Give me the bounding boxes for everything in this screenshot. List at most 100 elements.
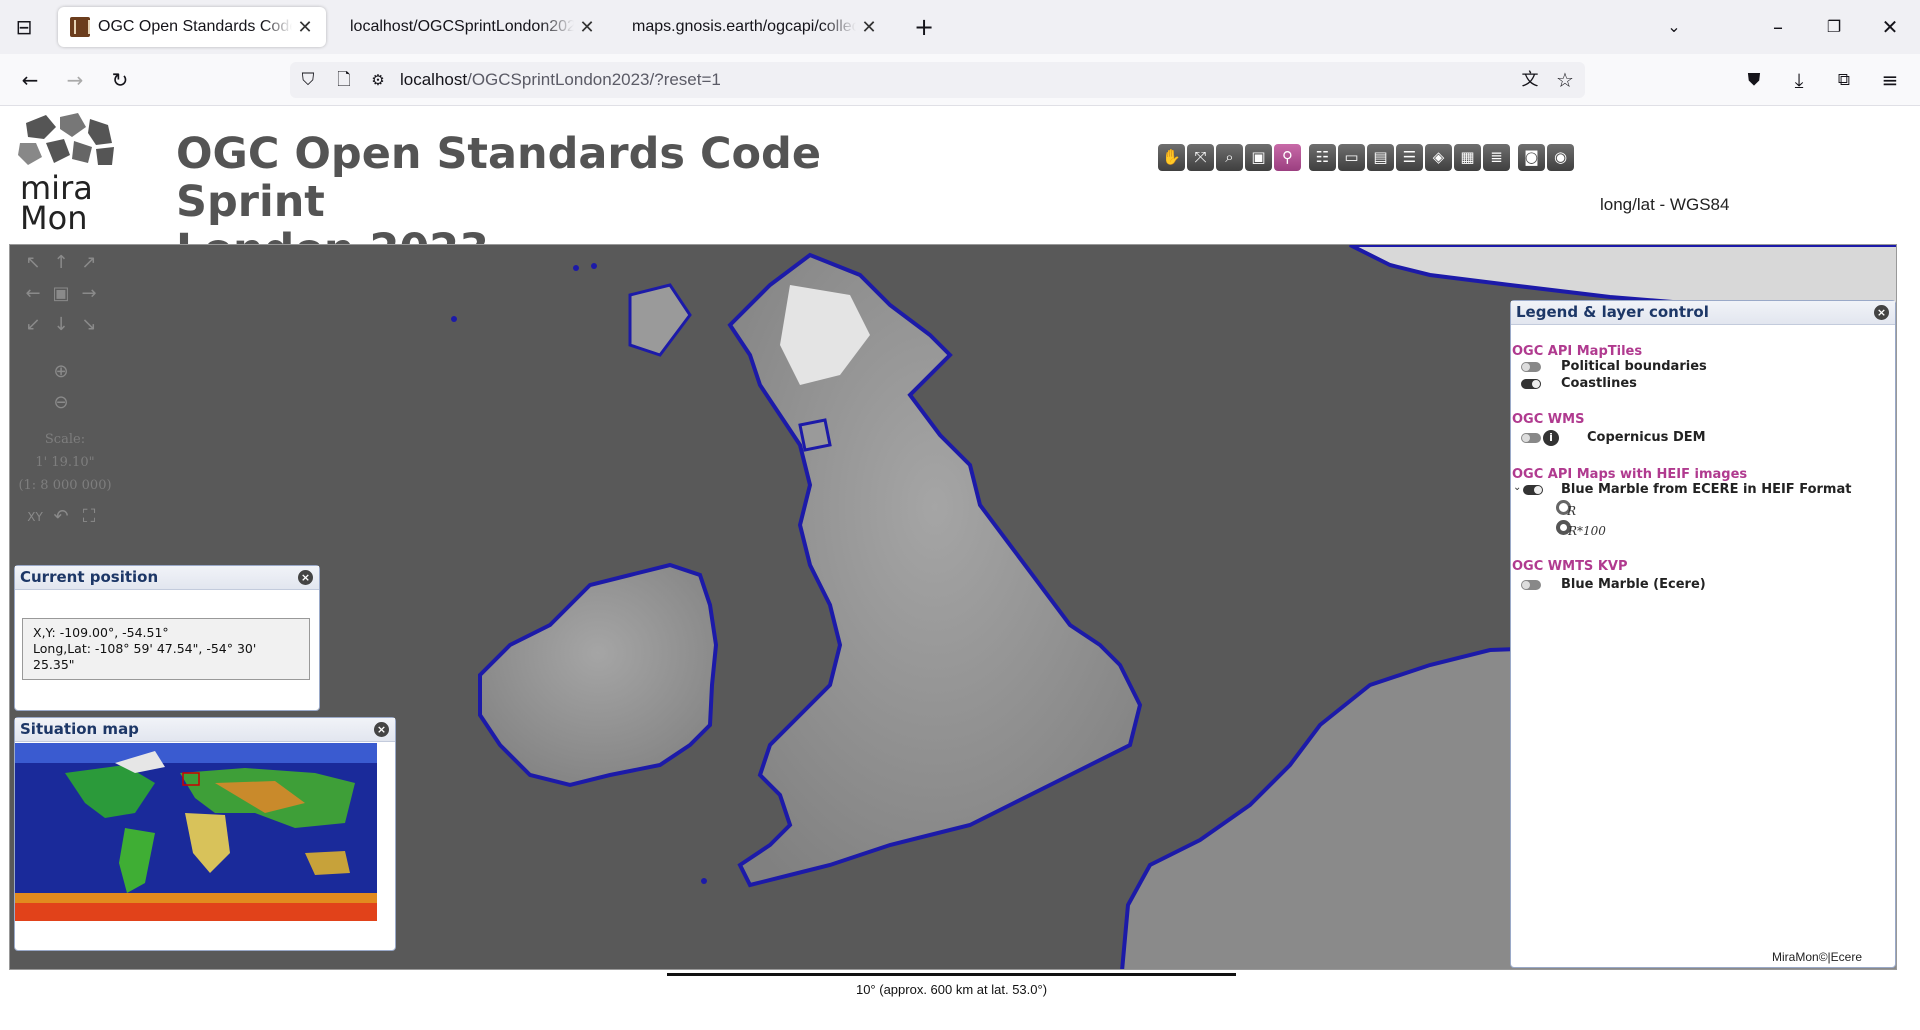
situation-map-title: Situation map: [20, 720, 139, 738]
pan-north-icon[interactable]: ↑: [48, 250, 74, 276]
pan-northeast-icon[interactable]: ↗: [76, 250, 102, 276]
current-position-panel: Current position × X,Y: -109.00°, -54.51…: [14, 565, 320, 711]
settings-icon[interactable]: ☷: [1309, 144, 1336, 171]
miramon-favicon-icon: [70, 17, 90, 37]
mapserver-icon[interactable]: ◉: [1547, 144, 1574, 171]
query-icon[interactable]: ▣: [1245, 144, 1272, 171]
full-extent-icon[interactable]: ▣: [48, 281, 74, 307]
position-xy: X,Y: -109.00°, -54.51°: [33, 625, 169, 640]
tab-gnosis[interactable]: maps.gnosis.earth/ogcapi/collections ✕: [620, 7, 890, 47]
pocket-icon[interactable]: ⛊: [1736, 62, 1772, 98]
tab-title: maps.gnosis.earth/ogcapi/collections: [632, 18, 856, 35]
snapshot-icon[interactable]: ◙: [1518, 144, 1545, 171]
legend-title: Legend & layer control: [1516, 303, 1709, 321]
back-icon[interactable]: ←: [12, 62, 48, 98]
tab-list-icon[interactable]: ⊟: [6, 9, 42, 45]
page-icon[interactable]: 🗋: [326, 62, 362, 98]
minimize-icon[interactable]: –: [1760, 9, 1796, 45]
zoom-out-icon[interactable]: ⊖: [48, 390, 74, 416]
calculator-icon[interactable]: ▦: [1454, 144, 1481, 171]
legend-group-wms: OGC WMS: [1512, 412, 1585, 427]
close-icon[interactable]: ×: [1874, 305, 1889, 320]
zoom-in-icon[interactable]: ⊕: [48, 359, 74, 385]
pan-northwest-icon[interactable]: ↖: [20, 250, 46, 276]
situation-map-panel: Situation map ×: [14, 717, 396, 951]
toggle-coastlines[interactable]: [1521, 379, 1541, 389]
url-text: localhost/OGCSprintLondon2023/?reset=1: [400, 62, 721, 98]
radio-r100-label: R*100: [1568, 524, 1606, 538]
restore-icon[interactable]: ❐: [1816, 9, 1852, 45]
close-tab-icon[interactable]: ✕: [578, 17, 596, 38]
list-all-tabs-icon[interactable]: ⌄: [1656, 9, 1692, 45]
legend-group-maptiles: OGC API MapTiles: [1512, 344, 1643, 359]
forward-icon[interactable]: →: [57, 62, 93, 98]
pan-east-icon[interactable]: →: [76, 281, 102, 307]
legend-header[interactable]: Legend & layer control ×: [1511, 301, 1895, 325]
layer-political-boundaries[interactable]: Political boundaries: [1561, 359, 1707, 374]
shield-icon[interactable]: ⛉: [290, 62, 326, 98]
locate-icon[interactable]: ⚲: [1274, 144, 1301, 171]
bookmark-star-icon[interactable]: ☆: [1547, 62, 1583, 98]
scale-bar-label: 10° (approx. 600 km at lat. 53.0°): [855, 982, 1048, 997]
pan-icon[interactable]: ✋: [1158, 144, 1185, 171]
stack-icon[interactable]: ≣: [1483, 144, 1510, 171]
scale-ratio[interactable]: (1: 8 000 000): [10, 478, 120, 493]
map-attribution[interactable]: MiraMon©|Ecere: [1768, 949, 1866, 965]
map-view[interactable]: ↖ ↑ ↗ ← ▣ → ↙ ↓ ↘ ⊕ ⊖ Scale: 1' 19.10" (…: [9, 244, 1897, 970]
pan-south-icon[interactable]: ↓: [48, 312, 74, 338]
situation-map-image[interactable]: [15, 743, 377, 921]
toggle-blue-marble-ecere[interactable]: [1521, 580, 1541, 590]
pan-west-icon[interactable]: ←: [20, 281, 46, 307]
extensions-icon[interactable]: ⧉: [1826, 62, 1862, 98]
expand-chevron-icon[interactable]: ⌄: [1513, 482, 1521, 493]
tab-title: OGC Open Standards Code Sprint London 20…: [98, 18, 292, 35]
situation-map-header[interactable]: Situation map ×: [15, 718, 395, 742]
tab-title: localhost/OGCSprintLondon2023/headers: [350, 18, 574, 35]
position-readout: X,Y: -109.00°, -54.51° Long,Lat: -108° 5…: [22, 618, 310, 680]
scale-bar: [667, 973, 1236, 976]
layer-blue-marble-heif[interactable]: Blue Marble from ECERE in HEIF Format: [1561, 482, 1851, 497]
map-toolbar: ✋ ⤧ ⌕ ▣ ⚲ ☷ ▭ ▤ ☰ ◈ ▦ ≣ ◙ ◉: [1158, 144, 1574, 172]
info-icon[interactable]: i: [1543, 430, 1559, 446]
tab-ogc-sprint[interactable]: OGC Open Standards Code Sprint London 20…: [58, 7, 326, 47]
translate-icon[interactable]: 文: [1512, 62, 1548, 98]
pan-southeast-icon[interactable]: ↘: [76, 312, 102, 338]
close-icon[interactable]: ×: [298, 570, 313, 585]
fullscreen-icon[interactable]: ⛶: [76, 504, 102, 530]
site-info-icon[interactable]: ⚙: [360, 62, 396, 98]
toggle-political-boundaries[interactable]: [1521, 362, 1541, 372]
url-host: localhost: [400, 70, 468, 89]
table-icon[interactable]: ☰: [1396, 144, 1423, 171]
pan-southwest-icon[interactable]: ↙: [20, 312, 46, 338]
island-dot: [573, 265, 579, 271]
close-tab-icon[interactable]: ✕: [296, 17, 314, 38]
crs-label[interactable]: long/lat - WGS84: [1600, 195, 1729, 215]
page-title-line1: OGC Open Standards Code Sprint: [176, 129, 821, 227]
scale-value[interactable]: 1' 19.10": [10, 455, 120, 470]
image-icon[interactable]: ▤: [1367, 144, 1394, 171]
miramon-logo: mira Mon: [16, 113, 116, 237]
layers-icon[interactable]: ◈: [1425, 144, 1452, 171]
layer-copernicus-dem[interactable]: Copernicus DEM: [1587, 430, 1706, 445]
toggle-blue-marble-heif[interactable]: [1523, 485, 1543, 495]
xy-toggle[interactable]: XY: [22, 504, 48, 530]
address-bar[interactable]: ⛉ 🗋 ⚙ localhost/OGCSprintLondon2023/?res…: [290, 62, 1585, 98]
zoom-extent-icon[interactable]: ⤧: [1187, 144, 1214, 171]
island-dot: [451, 316, 457, 322]
layer-blue-marble-ecere[interactable]: Blue Marble (Ecere): [1561, 577, 1706, 592]
toggle-copernicus-dem[interactable]: [1521, 433, 1541, 443]
new-tab-icon[interactable]: +: [906, 9, 942, 45]
current-position-header[interactable]: Current position ×: [15, 566, 319, 590]
reload-icon[interactable]: ↻: [102, 62, 138, 98]
downloads-icon[interactable]: ⤓: [1781, 62, 1817, 98]
undo-icon[interactable]: ↶: [48, 504, 74, 530]
close-window-icon[interactable]: ✕: [1872, 9, 1908, 45]
radio-r-label: R: [1567, 504, 1577, 518]
close-tab-icon[interactable]: ✕: [860, 17, 878, 38]
tab-headers[interactable]: localhost/OGCSprintLondon2023/headers ✕: [338, 7, 608, 47]
console-icon[interactable]: ▭: [1338, 144, 1365, 171]
layer-coastlines[interactable]: Coastlines: [1561, 376, 1637, 391]
menu-icon[interactable]: ≡: [1872, 62, 1908, 98]
zoom-window-icon[interactable]: ⌕: [1216, 144, 1243, 171]
close-icon[interactable]: ×: [374, 722, 389, 737]
